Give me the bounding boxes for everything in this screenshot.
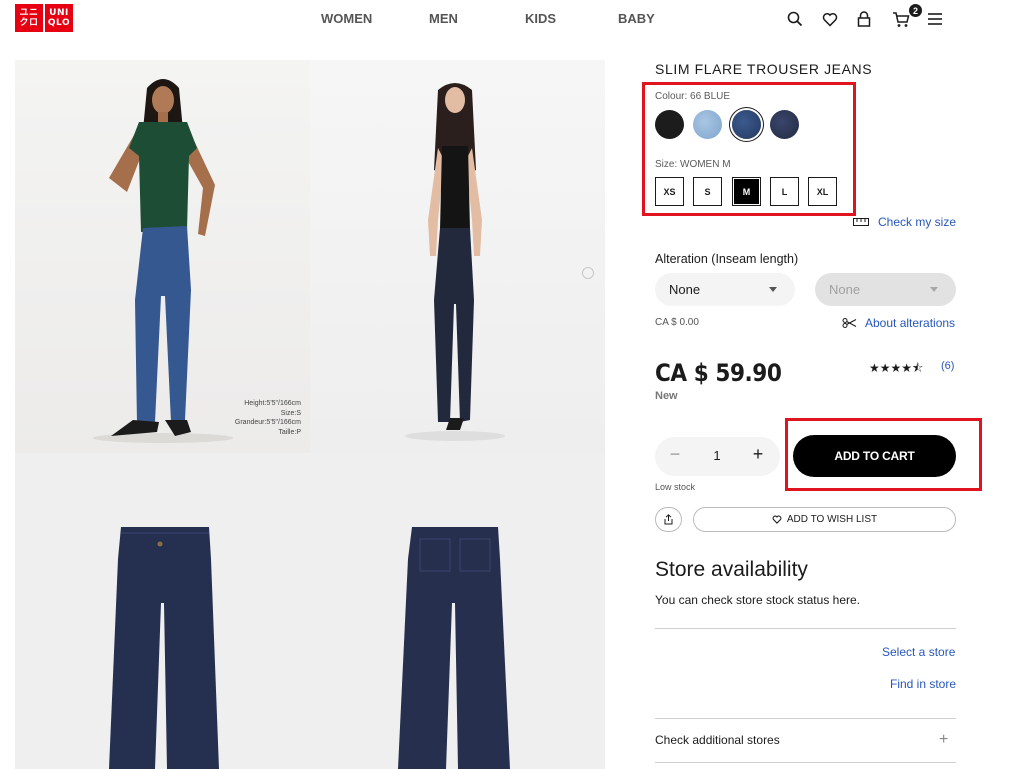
model-taille: Taille:P: [278, 428, 301, 436]
zoom-icon[interactable]: [582, 267, 594, 279]
model-height: Height:5'5"/166cm: [244, 400, 301, 407]
nav-kids[interactable]: KIDS: [525, 11, 618, 26]
logo-box-latin: UNI QLO: [45, 4, 73, 32]
size-xl-button[interactable]: XL: [808, 177, 837, 206]
check-my-size-label: Check my size: [878, 215, 957, 229]
quantity-value[interactable]: 1: [710, 448, 724, 463]
product-gallery: Height:5'5"/166cm Size:S Grandeur:5'5"/1…: [15, 60, 605, 769]
rating-stars: ★★★★⯪: [869, 361, 924, 375]
heart-icon: [772, 515, 782, 524]
chevron-down-icon: [930, 287, 938, 292]
size-label: Size: WOMEN M: [655, 159, 731, 170]
alteration-price: CA $ 0.00: [655, 317, 699, 328]
nav-men[interactable]: MEN: [429, 11, 525, 26]
cart-count-badge: 2: [909, 4, 922, 17]
alteration-select-disabled: None: [815, 273, 956, 306]
nav-women[interactable]: WOMEN: [321, 11, 429, 26]
size-xs-button[interactable]: XS: [655, 177, 684, 206]
ruler-icon: [853, 218, 869, 226]
add-to-wishlist-button[interactable]: ADD TO WISH LIST: [693, 507, 956, 532]
share-icon: [664, 514, 673, 525]
logo-katakana-bottom: クロ: [19, 18, 39, 28]
nav-baby[interactable]: BABY: [618, 11, 678, 26]
plus-icon[interactable]: +: [939, 731, 948, 749]
size-l-button[interactable]: L: [770, 177, 799, 206]
low-stock-notice: Low stock: [655, 482, 696, 492]
uniqlo-logo[interactable]: ユニ クロ UNI QLO: [15, 4, 73, 32]
check-additional-stores-label[interactable]: Check additional stores: [655, 733, 780, 747]
about-alterations-link[interactable]: About alterations: [842, 316, 955, 330]
logo-box-katakana: ユニ クロ: [15, 4, 43, 32]
quantity-minus-button[interactable]: −: [665, 444, 685, 465]
colour-swatch-black[interactable]: [655, 110, 684, 139]
product-photo-model-front[interactable]: Height:5'5"/166cm Size:S Grandeur:5'5"/1…: [15, 60, 310, 453]
divider: [655, 628, 956, 629]
store-availability-description: You can check store stock status here.: [655, 593, 861, 607]
wishlist-label: ADD TO WISH LIST: [786, 514, 878, 525]
product-price: CA $ 59.90: [655, 359, 782, 387]
size-m-button[interactable]: M: [732, 177, 761, 206]
divider: [655, 762, 956, 763]
share-button[interactable]: [655, 507, 682, 532]
alteration-label: Alteration (Inseam length): [655, 252, 799, 266]
model-size: Size:S: [280, 409, 301, 417]
account-icon[interactable]: [857, 8, 892, 30]
logo-latin-bottom: QLO: [47, 18, 71, 28]
model-size-info: Height:5'5"/166cm Size:S Grandeur:5'5"/1…: [229, 399, 301, 437]
check-my-size-link[interactable]: Check my size: [853, 215, 956, 229]
new-badge: New: [655, 390, 678, 402]
add-to-cart-button[interactable]: ADD TO CART: [793, 435, 956, 477]
alteration-select[interactable]: None: [655, 273, 795, 306]
divider: [655, 718, 956, 719]
colour-swatch-navy[interactable]: [770, 110, 799, 139]
colour-swatch-light-blue[interactable]: [693, 110, 722, 139]
header-icons: 2: [787, 4, 962, 30]
model-grandeur: Grandeur:5'5"/166cm: [234, 419, 301, 426]
review-count-link[interactable]: (6): [941, 360, 954, 372]
about-alterations-label: About alterations: [865, 316, 956, 330]
colour-label: Colour: 66 BLUE: [655, 91, 731, 102]
find-in-store-link[interactable]: Find in store: [890, 677, 956, 691]
scissors-icon: [842, 318, 857, 328]
product-photo-model-black-top[interactable]: [310, 60, 605, 453]
quantity-plus-button[interactable]: +: [748, 444, 768, 465]
size-s-button[interactable]: S: [693, 177, 722, 206]
alteration-select-value: None: [669, 282, 701, 297]
site-header: ユニ クロ UNI QLO WOMEN MEN KIDS BABY 2: [0, 0, 1029, 40]
search-icon[interactable]: [787, 8, 822, 30]
product-photo-front-flat[interactable]: [15, 453, 310, 769]
main-nav: WOMEN MEN KIDS BABY: [321, 11, 678, 26]
alteration-select-disabled-value: None: [829, 282, 861, 297]
store-availability-title: Store availability: [655, 558, 808, 581]
product-photo-back-flat[interactable]: [310, 453, 605, 769]
colour-swatch-blue[interactable]: [732, 110, 761, 139]
logo-latin-top: UNI: [49, 8, 69, 18]
select-store-link[interactable]: Select a store: [882, 645, 955, 659]
cart-icon[interactable]: 2: [892, 4, 927, 30]
quantity-stepper: − 1 +: [655, 437, 780, 476]
product-title: SLIM FLARE TROUSER JEANS: [655, 61, 873, 77]
heart-icon[interactable]: [822, 8, 857, 30]
menu-icon[interactable]: [927, 8, 962, 30]
logo-katakana-top: ユニ: [19, 8, 39, 18]
chevron-down-icon: [769, 287, 777, 292]
